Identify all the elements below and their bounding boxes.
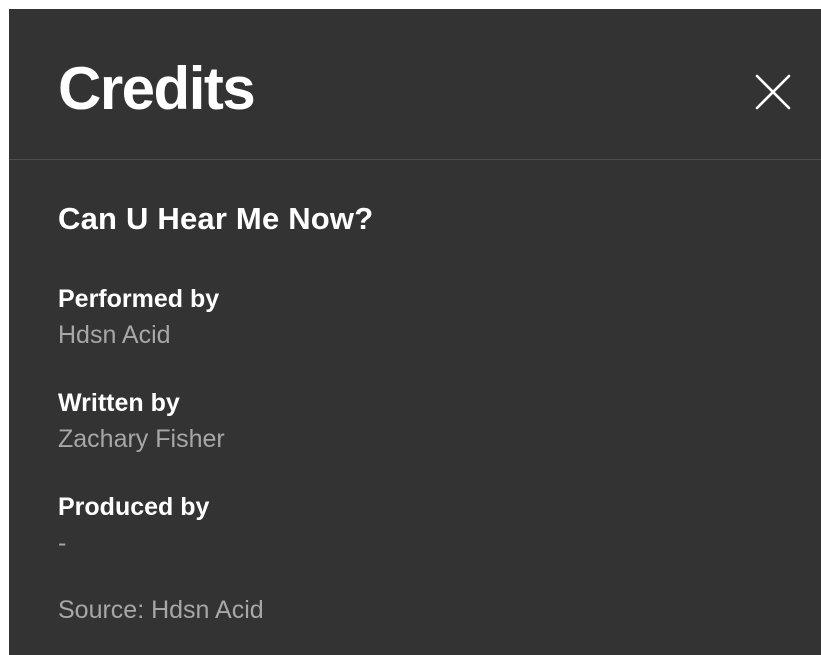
credit-value: Zachary Fisher bbox=[58, 425, 225, 453]
credits-dialog: Credits Can U Hear Me Now? Performed by … bbox=[9, 9, 821, 655]
dialog-title: Credits bbox=[58, 55, 256, 122]
credits-content: Can U Hear Me Now? Performed by Hdsn Aci… bbox=[58, 199, 778, 624]
credit-performed-by: Performed by Hdsn Acid bbox=[58, 283, 758, 351]
credits-source: Source: Hdsn Acid bbox=[58, 596, 264, 624]
credit-value: Hdsn Acid bbox=[58, 321, 171, 349]
dialog-header: Credits bbox=[9, 9, 821, 160]
credit-label: Produced by bbox=[58, 493, 210, 521]
credit-produced-by: Produced by - bbox=[58, 491, 758, 559]
credit-label: Performed by bbox=[58, 285, 220, 313]
track-title: Can U Hear Me Now? bbox=[58, 201, 374, 236]
credit-label: Written by bbox=[58, 389, 180, 417]
close-icon[interactable] bbox=[753, 72, 793, 112]
credit-written-by: Written by Zachary Fisher bbox=[58, 387, 758, 455]
credit-value: - bbox=[58, 529, 67, 557]
